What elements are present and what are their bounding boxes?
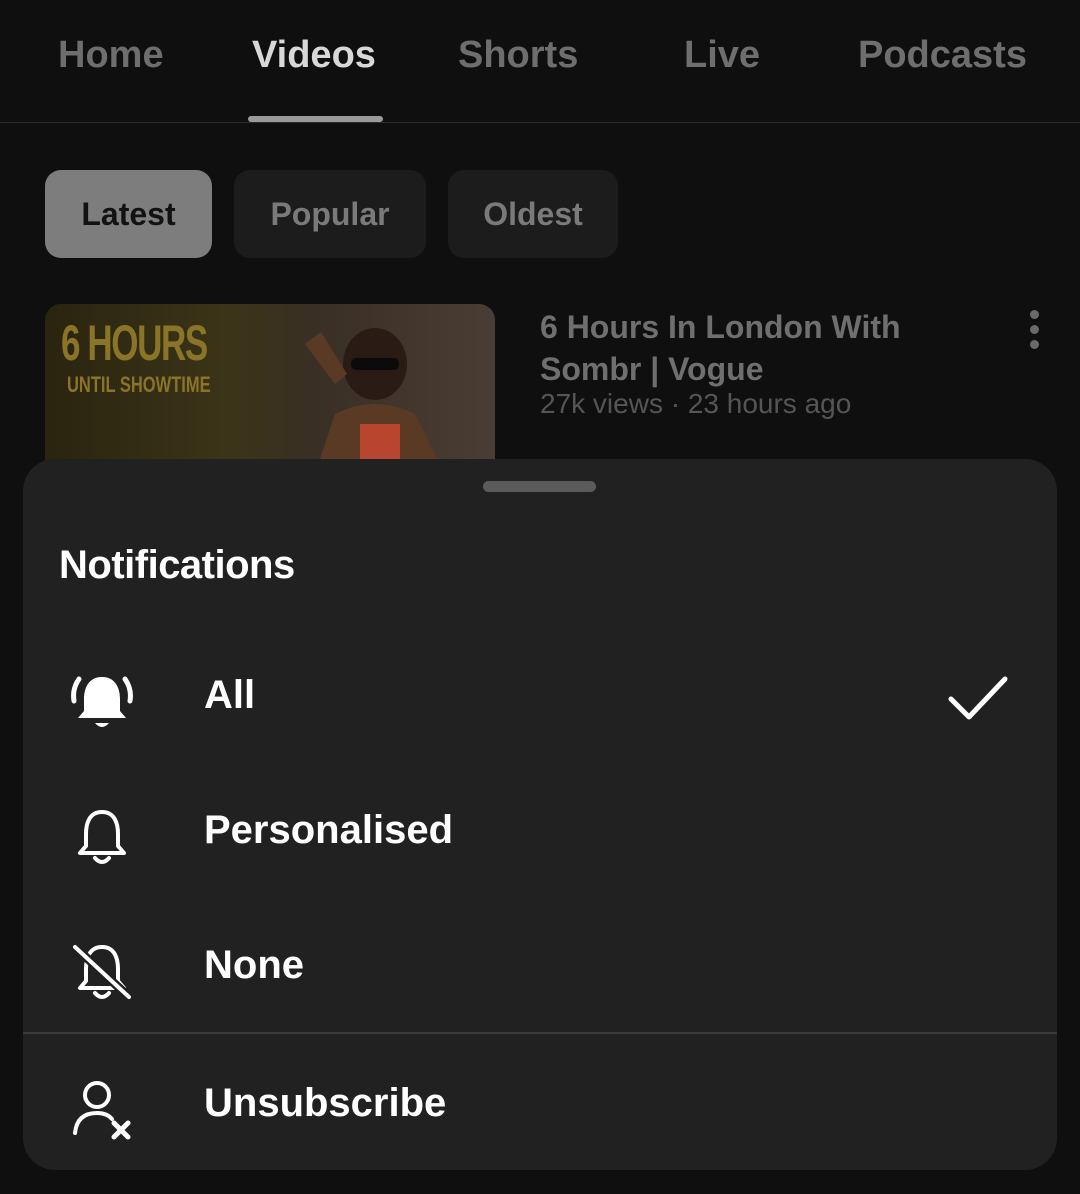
channel-tabs: Home Videos Shorts Live Podcasts — [0, 0, 1080, 123]
filter-popular[interactable]: Popular — [234, 170, 426, 258]
unsubscribe-button[interactable]: Unsubscribe — [23, 1051, 1057, 1161]
bell-icon — [78, 810, 126, 864]
tab-home[interactable]: Home — [58, 34, 164, 77]
sheet-title: Notifications — [59, 543, 295, 587]
more-options-icon[interactable] — [1020, 308, 1050, 352]
bell-ringing-icon — [71, 676, 133, 727]
tab-live[interactable]: Live — [684, 34, 760, 77]
option-personalised-label: Personalised — [204, 808, 454, 852]
option-personalised[interactable]: Personalised — [23, 778, 1057, 888]
option-none[interactable]: None — [23, 913, 1057, 1023]
filter-latest[interactable]: Latest — [45, 170, 212, 258]
tab-videos[interactable]: Videos — [252, 34, 376, 77]
video-title[interactable]: 6 Hours In London With Sombr | Vogue — [540, 306, 960, 390]
option-none-label: None — [204, 943, 304, 987]
thumbnail-title-text: 6 HOURS — [61, 315, 208, 371]
notifications-bottom-sheet: Notifications All Personalised None Unsu… — [23, 459, 1057, 1170]
active-tab-indicator — [248, 116, 383, 122]
option-all-label: All — [204, 673, 256, 717]
drag-handle[interactable] — [483, 481, 596, 492]
filter-oldest[interactable]: Oldest — [448, 170, 618, 258]
checkmark-icon — [948, 676, 1008, 720]
video-meta: 27k views · 23 hours ago — [540, 388, 852, 419]
option-all[interactable]: All — [23, 643, 1057, 753]
tab-podcasts[interactable]: Podcasts — [858, 34, 1027, 77]
person-remove-icon — [73, 1081, 131, 1140]
bell-off-icon — [70, 942, 134, 1002]
video-thumbnail[interactable]: 6 HOURS UNTIL SHOWTIME — [45, 304, 495, 464]
divider — [23, 1032, 1057, 1034]
thumbnail-subtitle-text: UNTIL SHOWTIME — [67, 372, 211, 397]
unsubscribe-label: Unsubscribe — [204, 1081, 447, 1125]
tab-shorts[interactable]: Shorts — [458, 34, 578, 77]
thumbnail-person-image — [305, 328, 440, 464]
